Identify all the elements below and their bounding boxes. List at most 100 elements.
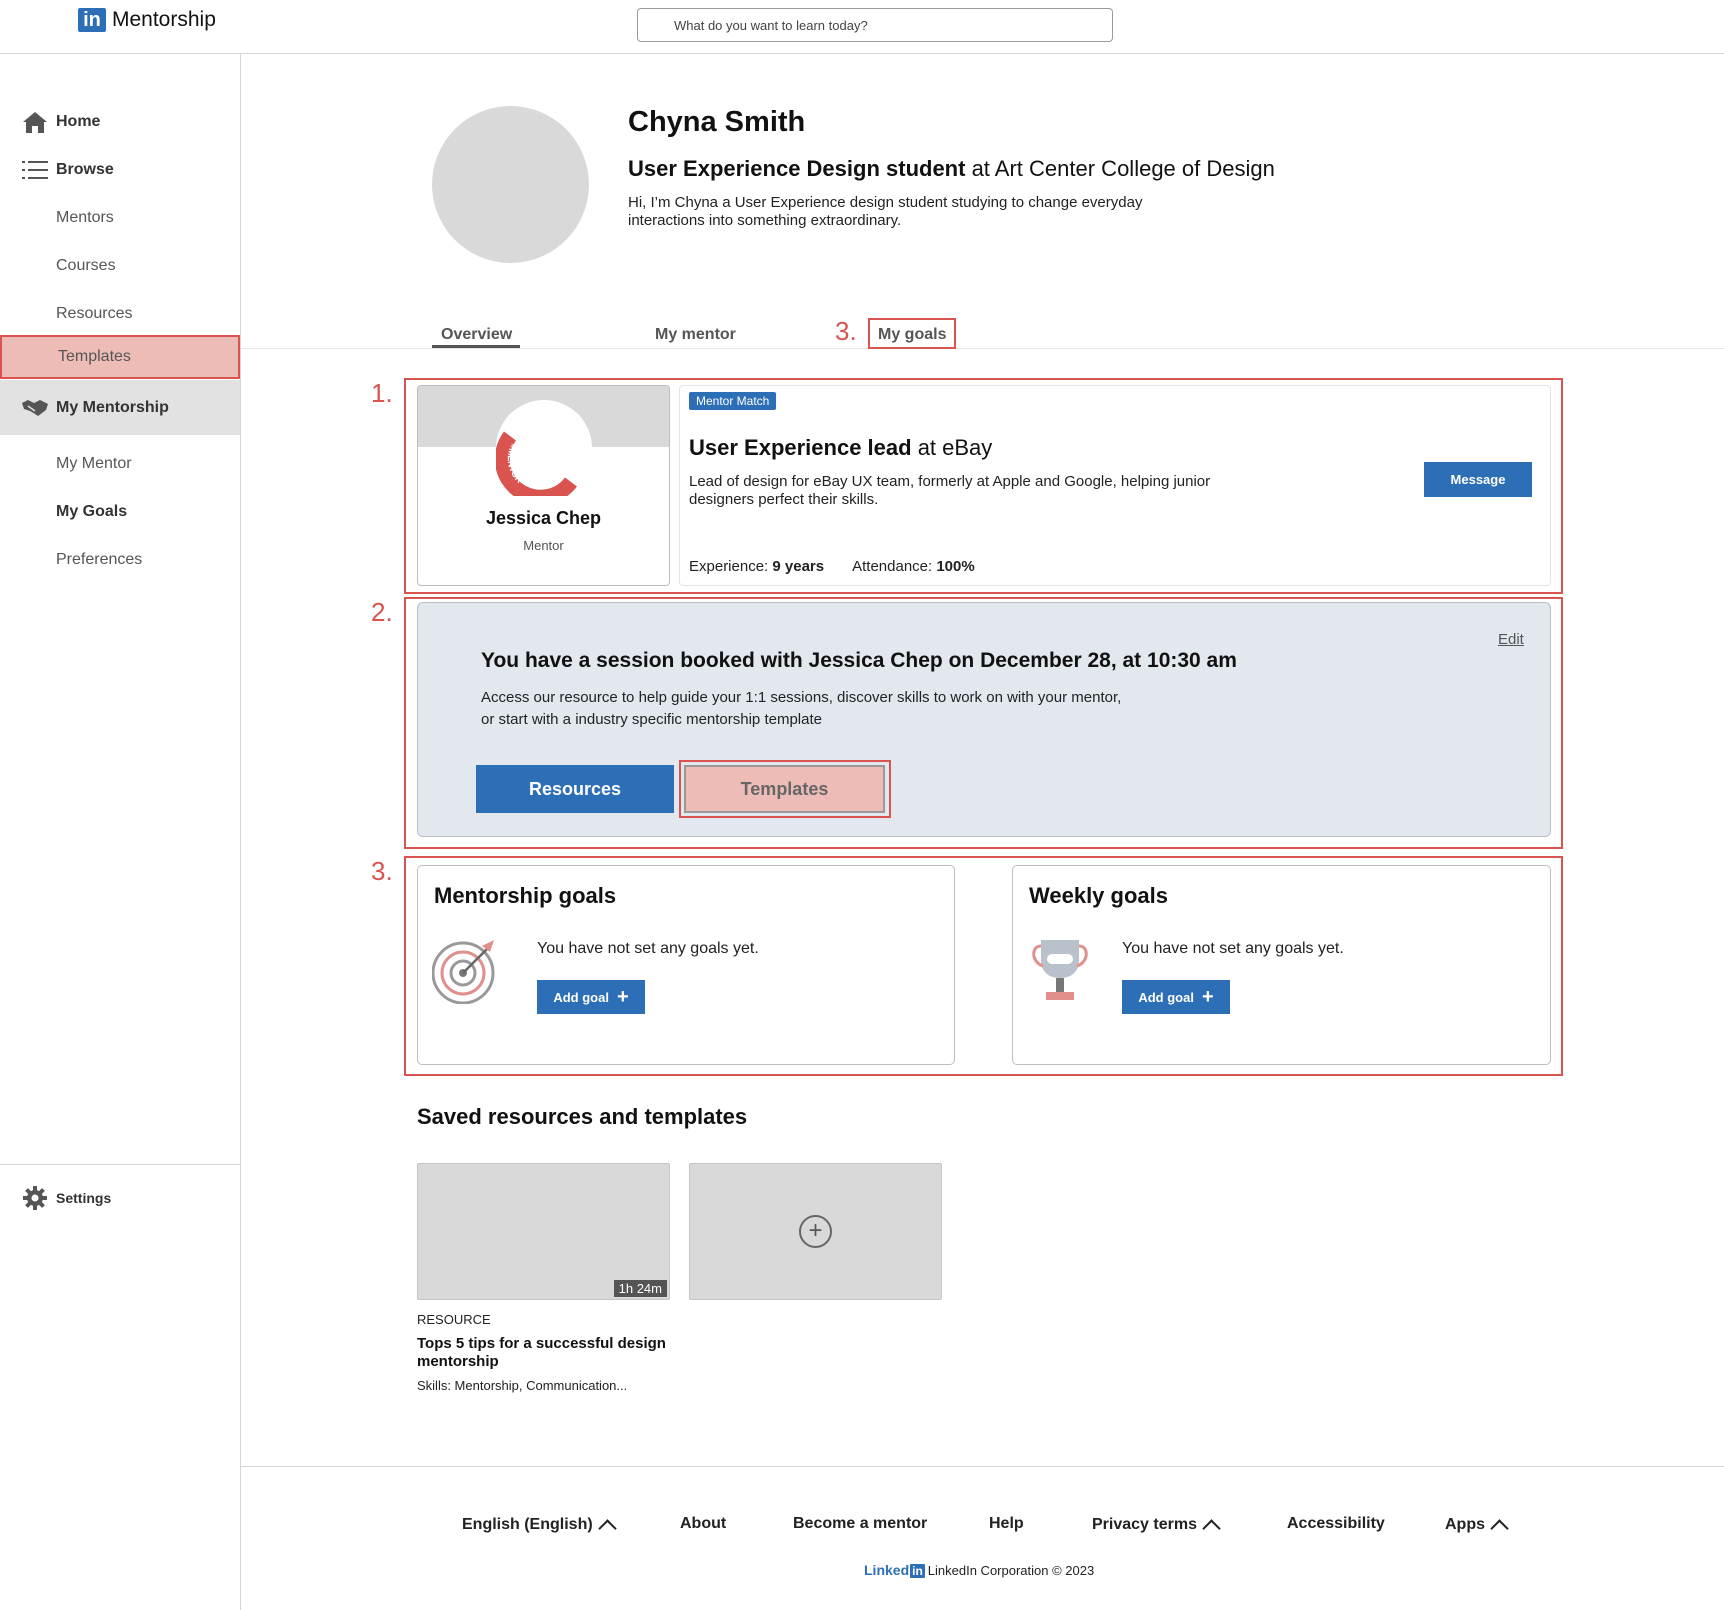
sidebar-item-my-mentor[interactable]: My Mentor xyxy=(0,446,240,482)
plus-icon: + xyxy=(1201,986,1214,1008)
sidebar-item-label: Courses xyxy=(56,257,116,274)
footer-language-label: English (English) xyxy=(462,1516,593,1533)
chevron-up-icon xyxy=(1202,1519,1221,1538)
plus-icon: + xyxy=(616,986,629,1008)
sidebar-item-browse[interactable]: Browse xyxy=(0,152,240,188)
experience-value: 9 years xyxy=(772,558,825,575)
trophy-icon xyxy=(1032,940,1088,1000)
add-mentorship-goal-button[interactable]: Add goal + xyxy=(537,980,645,1014)
edit-link[interactable]: Edit xyxy=(1498,631,1524,648)
mentor-stats: Experience: 9 years Attendance: 100% xyxy=(689,558,975,575)
top-bar: in Mentorship xyxy=(0,0,1724,54)
mentor-title-role: User Experience lead xyxy=(689,435,912,460)
add-goal-label: Add goal xyxy=(553,989,609,1005)
sidebar-item-label: Mentors xyxy=(56,209,114,226)
annotation-marker: 1. xyxy=(371,378,393,408)
tab-my-mentor[interactable]: My mentor xyxy=(655,326,736,344)
sidebar-item-preferences[interactable]: Preferences xyxy=(0,542,240,578)
templates-button[interactable]: Templates xyxy=(684,765,885,813)
footer-divider xyxy=(241,1466,1724,1467)
resource-skills: Skills: Mentorship, Communication... xyxy=(417,1378,628,1393)
footer-logo-in: in xyxy=(910,1564,925,1578)
mentorship-goals-card: Mentorship goals You have not set any go… xyxy=(417,865,955,1065)
add-saved-item-tile[interactable]: + xyxy=(689,1163,942,1300)
search-input[interactable] xyxy=(637,8,1113,42)
sidebar-item-templates[interactable]: Templates xyxy=(0,335,240,379)
add-weekly-goal-button[interactable]: Add goal + xyxy=(1122,980,1230,1014)
profile-title-role: User Experience Design student xyxy=(628,156,966,181)
experience-label: Experience: xyxy=(689,558,773,575)
list-icon xyxy=(22,157,48,183)
weekly-goals-card: Weekly goals You have not set any goals … xyxy=(1012,865,1551,1065)
resource-thumbnail[interactable]: 1h 24m xyxy=(417,1163,670,1300)
sidebar-item-mentors[interactable]: Mentors xyxy=(0,200,240,236)
sidebar-item-label: Home xyxy=(56,113,101,130)
resource-title[interactable]: Tops 5 tips for a successful design ment… xyxy=(417,1335,667,1371)
sidebar: Home Browse Mentors Courses Resources Te… xyxy=(0,54,241,1610)
mentor-card[interactable]: #MENTOR Jessica Chep Mentor xyxy=(417,385,670,586)
linkedin-footer-logo: Linked in xyxy=(864,1562,925,1578)
session-description-line: or start with a industry specific mentor… xyxy=(481,711,822,728)
sidebar-item-courses[interactable]: Courses xyxy=(0,248,240,284)
footer-privacy-label: Privacy terms xyxy=(1092,1516,1197,1533)
mentor-match-card: Mentor Match User Experience lead at eBa… xyxy=(679,385,1551,586)
weekly-goals-title: Weekly goals xyxy=(1029,883,1168,908)
resource-type: RESOURCE xyxy=(417,1312,491,1327)
resources-button[interactable]: Resources xyxy=(476,765,674,813)
mentor-name: Jessica Chep xyxy=(485,508,602,528)
message-button[interactable]: Message xyxy=(1424,462,1532,497)
mentorship-goals-empty: You have not set any goals yet. xyxy=(537,940,759,957)
mentor-match-badge: Mentor Match xyxy=(689,392,777,410)
footer-become-mentor-link[interactable]: Become a mentor xyxy=(793,1515,927,1533)
weekly-goals-empty: You have not set any goals yet. xyxy=(1122,940,1344,957)
sidebar-divider xyxy=(0,1164,240,1165)
profile-title-org: at Art Center College of Design xyxy=(965,156,1275,181)
target-icon xyxy=(432,940,495,1004)
tabs-divider xyxy=(241,348,1724,349)
sidebar-item-label: Browse xyxy=(56,161,114,178)
sidebar-item-label: My Mentor xyxy=(56,455,132,472)
footer-accessibility-link[interactable]: Accessibility xyxy=(1287,1515,1385,1533)
attendance-label: Attendance: xyxy=(852,558,937,575)
mentor-attendance: Attendance: 100% xyxy=(852,558,975,575)
profile-name: Chyna Smith xyxy=(628,106,806,138)
saved-section-title: Saved resources and templates xyxy=(417,1104,748,1129)
attendance-value: 100% xyxy=(936,558,975,575)
sidebar-item-label: Preferences xyxy=(56,551,143,568)
linkedin-logo-icon: in xyxy=(78,8,106,32)
chevron-up-icon xyxy=(1490,1519,1509,1538)
mentor-experience: Experience: 9 years xyxy=(689,558,824,575)
footer-apps-select[interactable]: Apps xyxy=(1445,1515,1509,1538)
mentor-description: Lead of design for eBay UX team, formerl… xyxy=(689,473,1211,508)
footer-privacy-select[interactable]: Privacy terms xyxy=(1092,1515,1221,1538)
sidebar-item-settings[interactable]: Settings xyxy=(0,1180,240,1216)
duration-badge: 1h 24m xyxy=(613,1280,667,1297)
footer-apps-label: Apps xyxy=(1445,1516,1485,1533)
profile-avatar xyxy=(432,106,589,263)
session-description: Access our resource to help guide your 1… xyxy=(481,687,1161,731)
footer-language-select[interactable]: English (English) xyxy=(462,1515,617,1538)
sidebar-item-my-goals[interactable]: My Goals xyxy=(0,494,240,530)
home-icon xyxy=(22,109,48,135)
mentor-title: User Experience lead at eBay xyxy=(689,435,992,461)
footer-about-link[interactable]: About xyxy=(680,1515,726,1533)
sidebar-item-label: Settings xyxy=(56,1190,112,1206)
annotation-marker: 3. xyxy=(835,316,857,346)
session-banner: You have a session booked with Jessica C… xyxy=(417,602,1551,837)
tab-my-goals[interactable]: My goals xyxy=(878,326,946,344)
footer-logo-text: Linked xyxy=(864,1562,910,1578)
footer-help-link[interactable]: Help xyxy=(989,1515,1024,1533)
sidebar-item-label: Templates xyxy=(58,348,131,365)
app-title: Mentorship xyxy=(112,8,216,31)
app-logo[interactable]: in Mentorship xyxy=(78,8,216,32)
sidebar-item-label: Resources xyxy=(56,305,133,322)
profile-bio: Hi, I’m Chyna a User Experience design s… xyxy=(628,194,1143,229)
tab-overview[interactable]: Overview xyxy=(441,326,512,344)
gear-icon xyxy=(22,1185,48,1211)
mentor-ring-icon: #MENTOR xyxy=(494,431,577,505)
sidebar-item-resources[interactable]: Resources xyxy=(0,296,240,332)
footer-copyright: Linked in LinkedIn Corporation © 2023 xyxy=(864,1562,1094,1578)
annotation-marker: 3. xyxy=(371,856,393,886)
sidebar-item-my-mentorship[interactable]: My Mentorship xyxy=(0,380,240,435)
sidebar-item-home[interactable]: Home xyxy=(0,104,240,140)
